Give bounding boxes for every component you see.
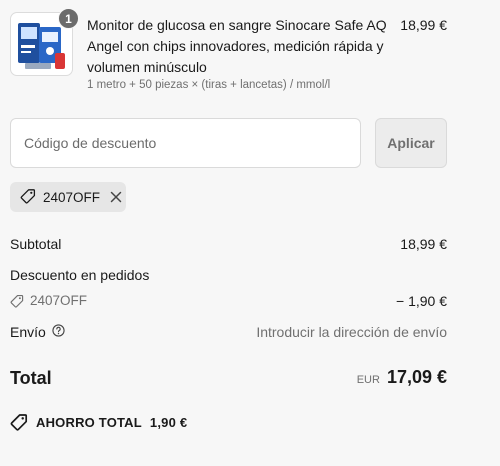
tag-icon xyxy=(20,188,36,207)
savings-label: AHORRO TOTAL xyxy=(36,414,142,430)
subtotal-value: 18,99 € xyxy=(400,236,447,252)
subtotal-label: Subtotal xyxy=(10,236,62,252)
shipping-value: Introducir la dirección de envío xyxy=(256,324,447,340)
total-savings-row: AHORRO TOTAL 1,90 € xyxy=(10,413,187,431)
total-label: Total xyxy=(10,368,52,388)
order-discount-label: Descuento en pedidos xyxy=(10,267,150,283)
shipping-label: Envío xyxy=(10,324,46,340)
tag-icon xyxy=(10,294,24,308)
tag-icon xyxy=(10,414,28,431)
discount-code-input[interactable] xyxy=(10,118,361,168)
product-variant: 1 metro + 50 piezas × (tiras + lancetas)… xyxy=(87,79,331,91)
order-discount-code-row: 2407OFF xyxy=(10,293,87,308)
total-currency: EUR xyxy=(356,374,380,386)
savings-value: 1,90 € xyxy=(149,414,188,430)
help-circle-icon[interactable] xyxy=(52,324,65,340)
apply-discount-button[interactable]: Aplicar xyxy=(375,118,447,168)
product-title: Monitor de glucosa en sangre Sinocare Sa… xyxy=(87,17,387,75)
remove-discount-icon[interactable] xyxy=(109,190,123,204)
order-discount-code: 2407OFF xyxy=(30,293,88,308)
applied-discount-chip: 2407OFF xyxy=(10,182,126,212)
order-discount-value: − 1,90 € xyxy=(396,293,447,309)
applied-discount-code: 2407OFF xyxy=(43,189,101,205)
quantity-badge: 1 xyxy=(58,8,79,29)
product-price: 18,99 € xyxy=(400,17,447,33)
total-value-group: EUR 17,09 € xyxy=(357,367,447,388)
total-value: 17,09 € xyxy=(386,367,447,387)
shipping-row: Envío xyxy=(10,324,65,340)
